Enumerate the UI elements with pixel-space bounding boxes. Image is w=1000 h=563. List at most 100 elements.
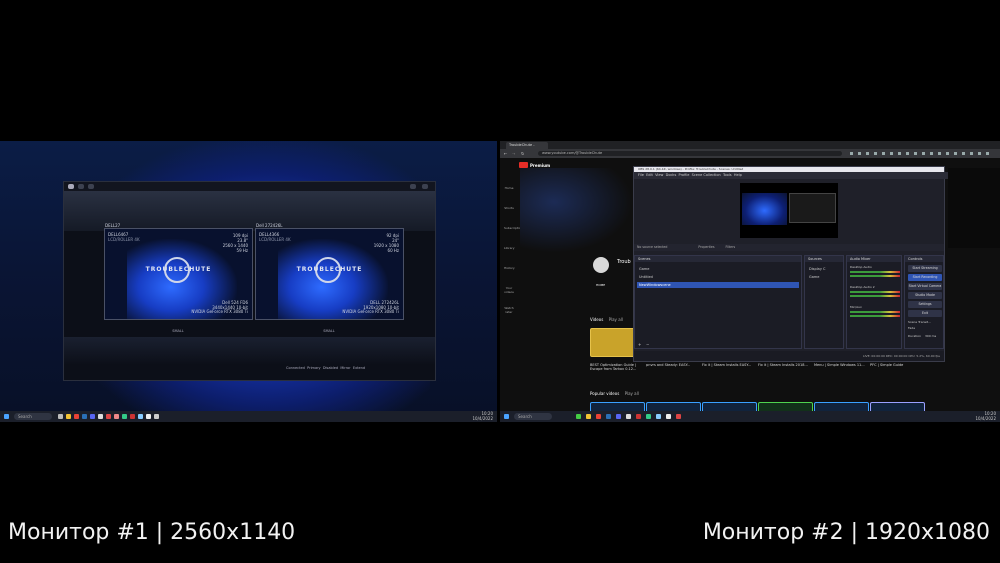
video-title[interactable]: Fix it | Steam Installs EASY... [702,363,754,367]
taskview-icon[interactable] [58,414,63,419]
menu-help[interactable]: Help [734,173,742,177]
back-icon[interactable]: ← [504,151,507,156]
steam-icon[interactable] [82,414,87,419]
sidebar-item-history[interactable]: History [504,266,515,270]
scene-item[interactable]: Game [637,266,799,272]
forward-icon[interactable]: → [512,151,515,156]
settings-icon[interactable] [88,184,94,189]
play-all-button[interactable]: Play all [609,317,623,322]
sidebar-item-your-videos[interactable]: Your videos [504,286,514,294]
app-icon[interactable] [616,414,621,419]
video-title[interactable]: Fix it | Steam Installs 2018... [758,363,810,367]
app-icon[interactable] [646,414,651,419]
audio-meter [850,275,900,277]
app-icon[interactable] [586,414,591,419]
reload-icon[interactable]: ↻ [521,151,524,156]
video-title[interactable]: PFC | Simple Guide [870,363,922,367]
menu-scene-collection[interactable]: Scene Collection [692,173,721,177]
sidebar-item-watch-later[interactable]: Watch later [504,306,514,314]
settings-button[interactable]: Settings [908,301,942,308]
start-streaming-button[interactable]: Start Streaming [908,265,942,272]
menu-icon[interactable] [78,184,84,189]
studio-mode-button[interactable]: Studio Mode [908,292,942,299]
close-icon[interactable] [422,184,428,189]
filters-button[interactable]: Filters [726,245,736,249]
explorer-icon[interactable] [66,414,71,419]
app-icon[interactable] [154,414,159,419]
obs-preview[interactable] [740,183,838,238]
popular-videos-heading: Popular videos Play all [590,391,639,396]
channel-tabs: HOME [596,283,636,287]
minimize-icon[interactable] [410,184,416,189]
obs-icon[interactable] [98,414,103,419]
search-box[interactable]: Search [14,413,52,420]
taskbar: Search 10:20 10/4/2022 [0,411,497,422]
app-icon[interactable] [146,414,151,419]
app-icon[interactable] [122,414,127,419]
chrome-icon[interactable] [74,414,79,419]
transition-select[interactable]: Fade [908,326,915,330]
scene-remove-icon[interactable]: − [646,342,649,347]
app-icon[interactable] [106,414,111,419]
menu-file[interactable]: File [638,173,644,177]
card-1-footer: SMALL [172,329,184,333]
sources-dock: Sources Display C Game [804,255,844,349]
channel-name: Troub [617,259,631,265]
menu-view[interactable]: View [655,173,663,177]
sidebar-item-subscriptions[interactable]: Subscriptions [504,226,524,230]
monitor-card-2[interactable]: TROUBLECHUTE DELL4366 LCD/ROLLER 4K 92 d… [255,228,404,320]
scene-item-selected[interactable]: NewWindowscene [637,282,799,288]
app-icon[interactable] [656,414,661,419]
video-thumbnail[interactable] [590,328,637,357]
scenes-dock: Scenes Game Untitled NewWindowscene + − [634,255,802,349]
discord-icon[interactable] [90,414,95,419]
browser-tab[interactable]: TroubleChute - YouTube [506,142,548,154]
app-icon[interactable] [130,414,135,419]
audio-meter [850,315,900,317]
taskbar-clock[interactable]: 10:20 10/4/2022 [472,411,493,421]
menu-profile[interactable]: Profile [679,173,690,177]
sidebar-item-library[interactable]: Library [504,246,515,250]
app-icon[interactable] [138,414,143,419]
play-all-button[interactable]: Play all [625,391,639,396]
search-box[interactable]: Search [514,413,552,420]
menu-docks[interactable]: Docks [666,173,677,177]
channel-avatar[interactable] [593,257,609,273]
card-info: Dell 524 FD6 3440x1440 10-bit NVIDIA GeF… [191,300,248,315]
video-title[interactable]: Menu | Simple Windows 11... [814,363,866,367]
scene-item[interactable]: Untitled [637,274,799,280]
extensions-icons[interactable] [850,152,990,155]
app-icon[interactable] [626,414,631,419]
browser-tab-strip: TroubleChute - YouTube [500,141,1000,154]
sidebar-item-shorts[interactable]: Shorts [504,206,514,210]
start-recording-button[interactable]: Start Recording [908,274,942,281]
scene-add-icon[interactable]: + [638,342,641,347]
app-icon[interactable] [114,414,119,419]
start-virtual-camera-button[interactable]: Start Virtual Camera [908,283,942,290]
menu-edit[interactable]: Edit [646,173,653,177]
address-bar[interactable]: www.youtube.com/@TroubleChute [538,151,842,156]
app-icon[interactable] [676,414,681,419]
app-icon[interactable] [636,414,641,419]
app-icon[interactable] [596,414,601,419]
exit-button[interactable]: Exit [908,310,942,317]
app-icon[interactable] [666,414,671,419]
properties-button[interactable]: Properties [698,245,714,249]
start-icon[interactable] [504,414,509,419]
app-icon[interactable] [606,414,611,419]
taskbar-clock[interactable]: 10:20 10/4/2022 [975,411,996,421]
app-icon[interactable] [576,414,581,419]
duration-label: Duration [908,334,922,338]
caption-monitor-2: Монитор #2 | 1920x1080 [702,520,990,545]
menu-tools[interactable]: Tools [723,173,732,177]
video-title[interactable]: pnvrs and Steady: EASY... [646,363,698,367]
sidebar-item-home[interactable]: Home [504,186,514,190]
source-item[interactable]: Game [807,274,843,280]
card-2-label: Dell 272426L [256,223,283,228]
source-item[interactable]: Display C [807,266,843,272]
video-title[interactable]: BEST Optimization Guide | Escape from Ta… [590,363,642,371]
monitor-card-1[interactable]: TROUBLECHUTE DELL6467 LCD/ROLLER 4K 109 … [104,228,253,320]
duration-input[interactable]: 300 ms [925,334,936,338]
start-icon[interactable] [4,414,9,419]
tab-home[interactable]: HOME [596,283,605,287]
